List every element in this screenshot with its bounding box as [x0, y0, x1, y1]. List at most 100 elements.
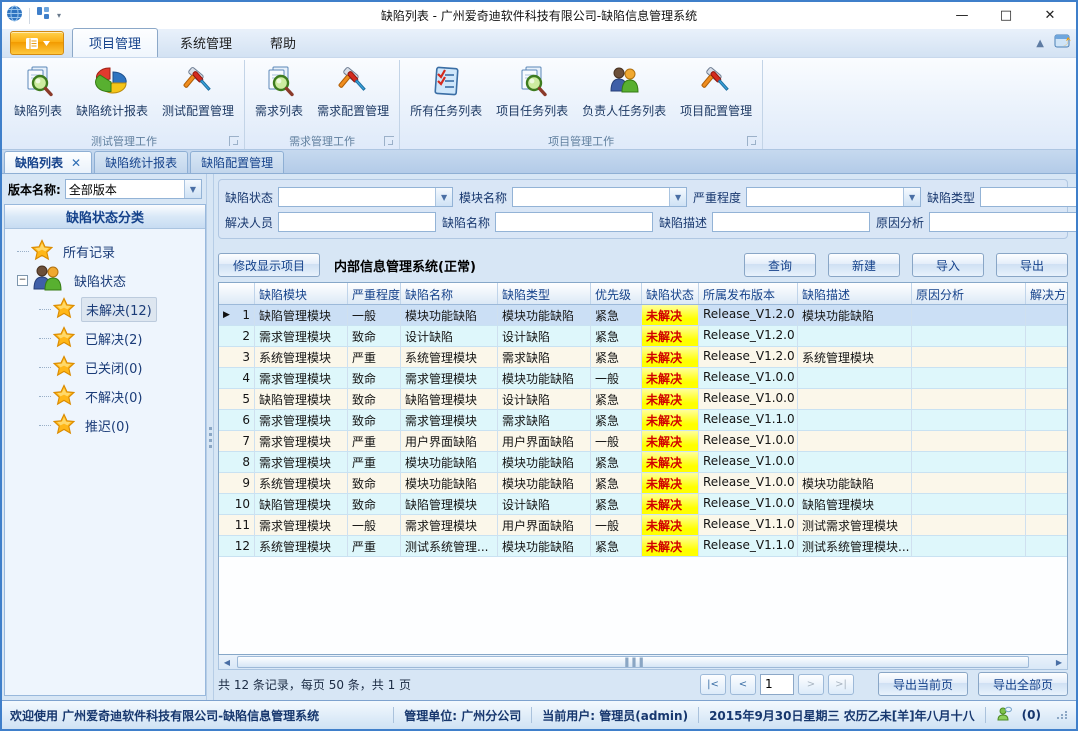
table-row-3[interactable]: 3系统管理模块严重系统管理模块需求缺陷紧急未解决Release_V1.2.0系统… [219, 347, 1067, 368]
filter-input-defect-status[interactable] [279, 188, 435, 206]
filter-input-resolver[interactable] [279, 213, 435, 231]
quick-access-caret-icon[interactable]: ▾ [57, 11, 61, 20]
table-row-1[interactable]: ▶1缺陷管理模块一般模块功能缺陷模块功能缺陷紧急未解决Release_V1.2.… [219, 305, 1067, 326]
doc-tab-defect-list[interactable]: 缺陷列表✕ [4, 151, 92, 173]
dialog-launcher-icon[interactable] [229, 136, 239, 146]
tree-item-wont-solve[interactable]: 不解决(0) [5, 382, 205, 411]
query-button[interactable]: 查询 [744, 253, 816, 277]
ribbon-tab-help[interactable]: 帮助 [254, 29, 312, 57]
chevron-down-icon[interactable]: ▼ [903, 188, 920, 206]
import-button[interactable]: 导入 [912, 253, 984, 277]
filter-select-defect-status[interactable]: ▼ [278, 187, 453, 207]
export-button[interactable]: 导出 [996, 253, 1068, 277]
collapse-ribbon-icon[interactable]: ▲ [1036, 38, 1044, 49]
scrollbar-thumb[interactable]: ▐▐▐ [237, 656, 1029, 668]
chevron-down-icon[interactable]: ▼ [435, 188, 452, 206]
dialog-launcher-icon[interactable] [384, 136, 394, 146]
filter-select-severity[interactable]: ▼ [746, 187, 921, 207]
tree-item-postponed[interactable]: 推迟(0) [5, 411, 205, 440]
table-row-4[interactable]: 4需求管理模块致命需求管理模块模块功能缺陷一般未解决Release_V1.0.0 [219, 368, 1067, 389]
column-header-rownum[interactable] [219, 283, 255, 304]
ribbon-button-test-config[interactable]: 测试配置管理 [156, 61, 240, 121]
ribbon-button-defect-report[interactable]: 缺陷统计报表 [70, 61, 154, 121]
ribbon-button-defect-list[interactable]: 缺陷列表 [8, 61, 68, 121]
ribbon-button-project-tasks[interactable]: 项目任务列表 [490, 61, 574, 121]
version-select[interactable]: ▼ [65, 179, 202, 199]
column-header-defect-type[interactable]: 缺陷类型 [498, 283, 591, 304]
ribbon-button-req-list[interactable]: 需求列表 [249, 61, 309, 121]
tree-item-unsolved[interactable]: 未解决(12) [5, 295, 205, 324]
next-page-button[interactable]: > [798, 674, 824, 695]
filter-input-module-name[interactable] [513, 188, 669, 206]
application-menu-button[interactable] [10, 31, 64, 55]
ribbon-button-all-tasks[interactable]: 所有任务列表 [404, 61, 488, 121]
chevron-down-icon[interactable]: ▼ [184, 180, 201, 198]
modify-columns-button[interactable]: 修改显示项目 [218, 253, 320, 277]
cell-priority: 紧急 [591, 305, 642, 325]
ribbon-button-project-config[interactable]: 项目配置管理 [674, 61, 758, 121]
last-page-button[interactable]: >| [828, 674, 854, 695]
table-row-12[interactable]: 12系统管理模块严重测试系统管理...模块功能缺陷紧急未解决Release_V1… [219, 536, 1067, 557]
export-current-page-button[interactable]: 导出当前页 [878, 672, 968, 696]
page-number-input[interactable] [760, 674, 794, 695]
table-row-7[interactable]: 7需求管理模块严重用户界面缺陷用户界面缺陷一般未解决Release_V1.0.0 [219, 431, 1067, 452]
table-row-11[interactable]: 11需求管理模块一般需求管理模块用户界面缺陷一般未解决Release_V1.1.… [219, 515, 1067, 536]
filter-text-defect-name[interactable] [495, 212, 653, 232]
column-header-defect-module[interactable]: 缺陷模块 [255, 283, 348, 304]
column-header-release-version[interactable]: 所属发布版本 [699, 283, 798, 304]
dialog-launcher-icon[interactable] [747, 136, 757, 146]
first-page-button[interactable]: |< [700, 674, 726, 695]
column-header-priority[interactable]: 优先级 [591, 283, 642, 304]
filter-select-defect-type[interactable]: ▼ [980, 187, 1078, 207]
doc-tab-defect-config[interactable]: 缺陷配置管理 [190, 151, 284, 173]
doc-tab-defect-report[interactable]: 缺陷统计报表 [94, 151, 188, 173]
scroll-right-icon[interactable]: ▶ [1051, 655, 1067, 669]
horizontal-scrollbar[interactable]: ◀ ▐▐▐ ▶ [218, 655, 1068, 670]
ribbon-tab-project-mgmt[interactable]: 项目管理 [72, 28, 158, 57]
sidebar-splitter[interactable] [206, 174, 214, 700]
filter-text-defect-desc[interactable] [712, 212, 870, 232]
ribbon-button-owner-tasks[interactable]: 负责人任务列表 [576, 61, 672, 121]
minimize-button[interactable]: — [940, 4, 984, 28]
filter-input-cause-analysis[interactable] [930, 213, 1078, 231]
table-row-10[interactable]: 10缺陷管理模块致命缺陷管理模块设计缺陷紧急未解决Release_V1.0.0缺… [219, 494, 1067, 515]
close-tab-icon[interactable]: ✕ [71, 156, 81, 170]
tree-item-solved[interactable]: 已解决(2) [5, 324, 205, 353]
style-selector-icon[interactable] [1054, 33, 1072, 53]
chevron-down-icon[interactable]: ▼ [669, 188, 686, 206]
ribbon-tab-system-mgmt[interactable]: 系统管理 [164, 29, 248, 57]
close-button[interactable]: ✕ [1028, 4, 1072, 28]
tree-expand-icon[interactable]: − [17, 275, 28, 286]
filter-input-severity[interactable] [747, 188, 903, 206]
new-button[interactable]: 新建 [828, 253, 900, 277]
maximize-button[interactable]: □ [984, 4, 1028, 28]
filter-input-defect-desc[interactable] [713, 213, 869, 231]
table-row-6[interactable]: 6需求管理模块致命需求管理模块需求缺陷紧急未解决Release_V1.1.0 [219, 410, 1067, 431]
table-row-5[interactable]: 5缺陷管理模块致命缺陷管理模块设计缺陷紧急未解决Release_V1.0.0 [219, 389, 1067, 410]
filter-select-module-name[interactable]: ▼ [512, 187, 687, 207]
column-header-cause-analysis[interactable]: 原因分析 [912, 283, 1026, 304]
filter-input-defect-name[interactable] [496, 213, 652, 231]
filter-text-resolver[interactable] [278, 212, 436, 232]
table-row-9[interactable]: 9系统管理模块致命模块功能缺陷模块功能缺陷紧急未解决Release_V1.0.0… [219, 473, 1067, 494]
online-users-icon[interactable] [996, 706, 1012, 725]
column-header-defect-desc[interactable]: 缺陷描述 [798, 283, 912, 304]
column-header-defect-name[interactable]: 缺陷名称 [401, 283, 498, 304]
filter-text-cause-analysis[interactable] [929, 212, 1078, 232]
column-header-solution[interactable]: 解决方法 [1026, 283, 1068, 304]
resize-grip[interactable] [1057, 711, 1068, 719]
ribbon-button-req-config[interactable]: 需求配置管理 [311, 61, 395, 121]
filter-input-defect-type[interactable] [981, 188, 1078, 206]
export-all-pages-button[interactable]: 导出全部页 [978, 672, 1068, 696]
column-header-defect-status[interactable]: 缺陷状态 [642, 283, 699, 304]
tree-item-defect-status[interactable]: − 缺陷状态 [5, 266, 205, 295]
quick-access-grid-icon[interactable] [36, 6, 51, 25]
window-title: 缺陷列表 - 广州爱奇迪软件科技有限公司-缺陷信息管理系统 [2, 7, 1076, 24]
table-row-2[interactable]: 2需求管理模块致命设计缺陷设计缺陷紧急未解决Release_V1.2.0 [219, 326, 1067, 347]
version-select-value[interactable] [66, 180, 184, 198]
scroll-left-icon[interactable]: ◀ [219, 655, 235, 669]
column-header-severity[interactable]: 严重程度 [348, 283, 401, 304]
prev-page-button[interactable]: < [730, 674, 756, 695]
table-row-8[interactable]: 8需求管理模块严重模块功能缺陷模块功能缺陷紧急未解决Release_V1.0.0 [219, 452, 1067, 473]
tree-item-closed[interactable]: 已关闭(0) [5, 353, 205, 382]
